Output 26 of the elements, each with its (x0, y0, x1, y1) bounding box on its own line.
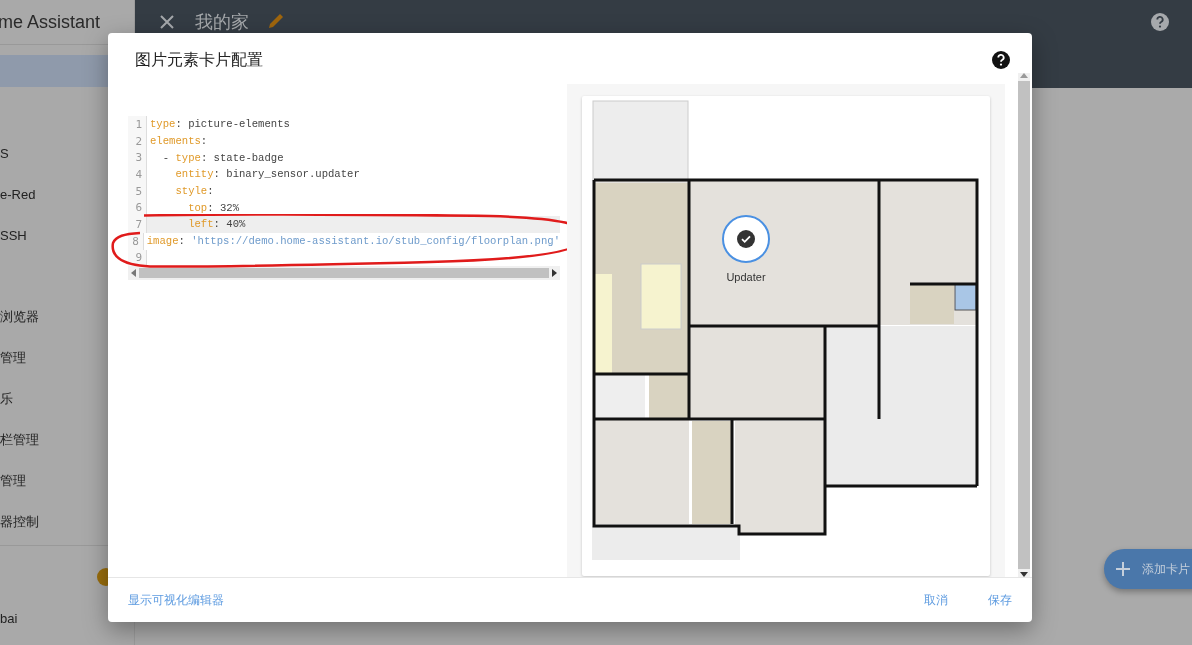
horizontal-scrollbar[interactable] (128, 266, 560, 281)
scroll-down-icon[interactable] (1020, 571, 1028, 577)
vertical-scrollbar[interactable] (1018, 73, 1030, 577)
help-icon[interactable] (991, 50, 1011, 70)
line-number: 7 (128, 216, 147, 233)
scroll-right-icon[interactable] (551, 269, 557, 278)
code-line: type: picture-elements (149, 118, 290, 131)
plus-icon (1116, 562, 1130, 576)
code-line: left: 40% (187, 218, 246, 231)
line-number: 6 (128, 199, 147, 217)
check-icon (737, 230, 755, 248)
code-line: top: 32% (187, 201, 239, 214)
dashboard-title: 我的家 (195, 12, 249, 32)
code-line: entity: binary_sensor.updater (174, 168, 360, 181)
pencil-icon[interactable] (267, 12, 285, 30)
scroll-left-icon[interactable] (131, 269, 137, 278)
line-number: 1 (128, 116, 147, 133)
dialog-title: 图片元素卡片配置 (135, 49, 264, 70)
code-line: elements: (149, 135, 208, 148)
code-line: style: (174, 185, 214, 198)
code-line: - type: state-badge (161, 151, 284, 164)
code-editor[interactable]: 1 type: picture-elements 2 elements: 3 - type: state-badge 4 entity: binary_sensor.updater 5 style: 6 top: 32% 7 left: 40% 8 image: 'https://demo.home-assistant.io/stub_config/floorplan.png' 9 (128, 116, 560, 281)
code-line: image: 'https://demo.home-assistant.io/stub_config/floorplan.png' (145, 235, 560, 248)
line-number: 3 (128, 149, 147, 167)
badge-label: Updater (725, 271, 767, 283)
line-number: 4 (128, 166, 147, 183)
